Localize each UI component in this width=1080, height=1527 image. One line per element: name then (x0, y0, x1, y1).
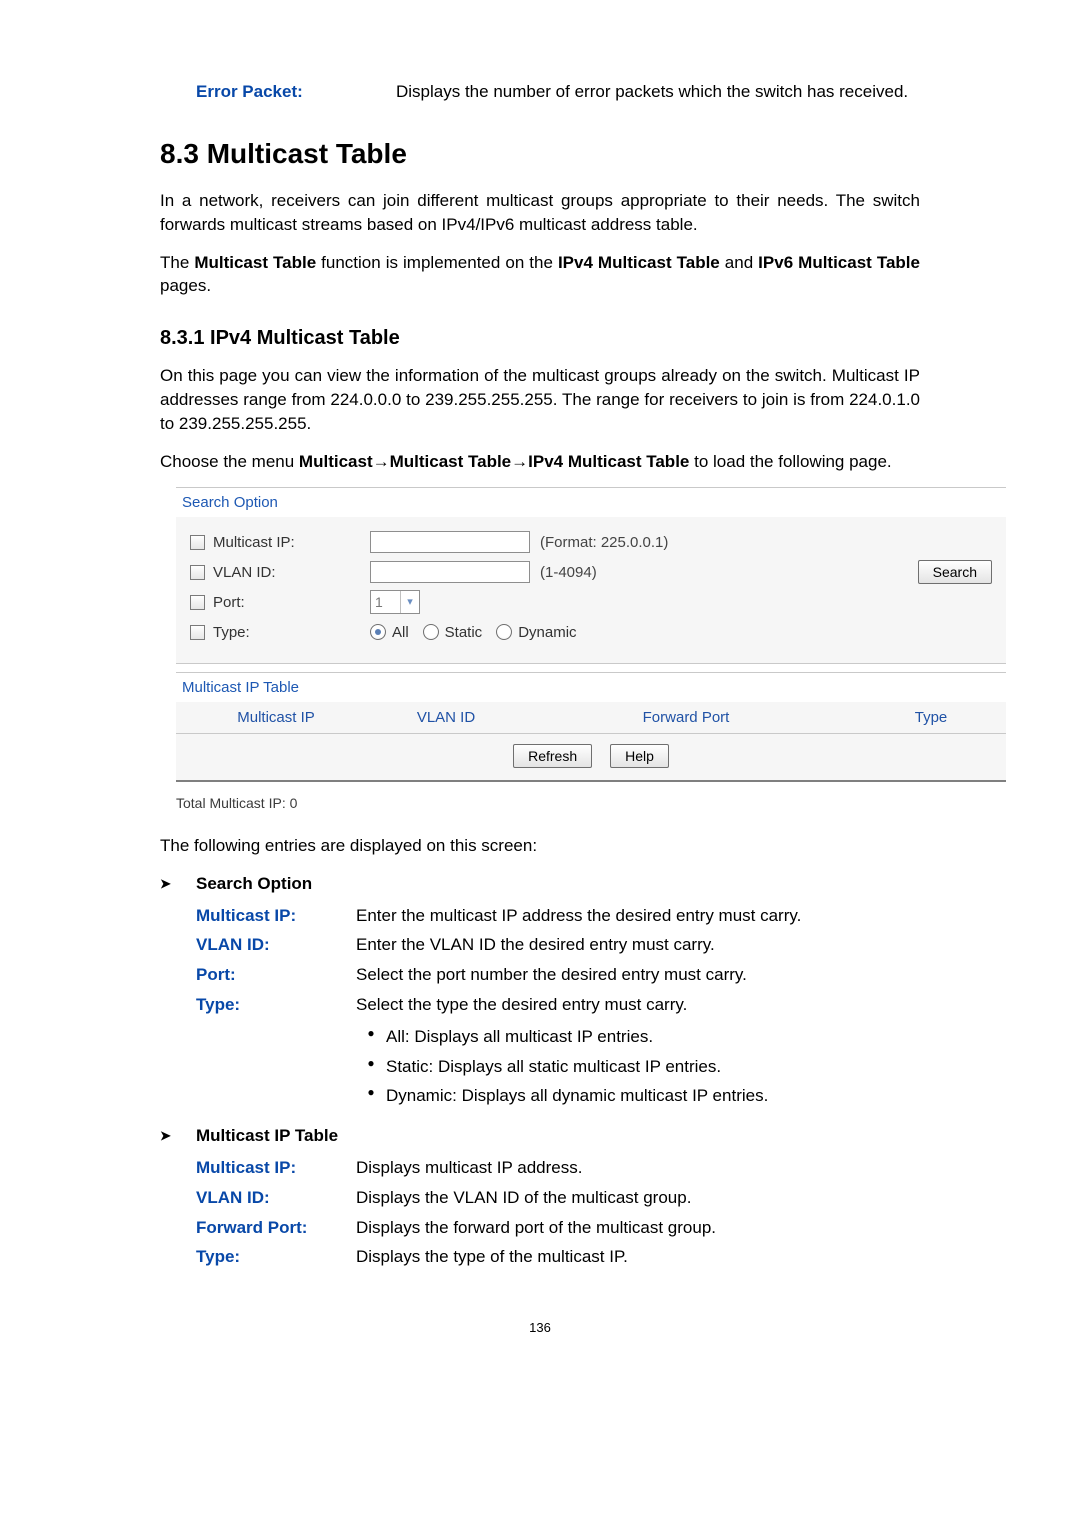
desc-error-packet: Displays the number of error packets whi… (396, 80, 920, 104)
t: Multicast→Multicast Table→IPv4 Multicast… (299, 452, 689, 471)
def-mt-type: Type: Displays the type of the multicast… (196, 1245, 920, 1269)
t: Choose the menu (160, 452, 299, 471)
desc: Displays the VLAN ID of the multicast gr… (356, 1186, 920, 1210)
type-radio-all-label: All (392, 622, 409, 643)
col-forward-port: Forward Port (516, 707, 856, 728)
heading-8-3-1: 8.3.1 IPv4 Multicast Table (160, 324, 920, 352)
type-radio-static-label: Static (445, 622, 483, 643)
desc: Displays the forward port of the multica… (356, 1216, 920, 1240)
multicast-table-panel: Search Option Multicast IP: (Format: 225… (176, 487, 1006, 814)
help-button[interactable]: Help (610, 744, 669, 768)
term: VLAN ID: (196, 1186, 356, 1210)
bullet-text: All: Displays all multicast IP entries. (386, 1025, 653, 1049)
desc: Displays the type of the multicast IP. (356, 1245, 920, 1269)
t: function is implemented on the (321, 253, 558, 272)
vlan-id-label: VLAN ID: (213, 562, 276, 583)
def-mt-vlan-id: VLAN ID: Displays the VLAN ID of the mul… (196, 1186, 920, 1210)
type-radio-dynamic[interactable] (496, 624, 512, 640)
search-row-vlan-id: VLAN ID: (1-4094) Search (190, 557, 992, 587)
para-8-3-2: The Multicast Table function is implemen… (160, 251, 920, 299)
t: pages. (160, 276, 211, 295)
vlan-id-hint: (1-4094) (540, 562, 597, 583)
type-label: Type: (213, 622, 250, 643)
list-head-search-option: ➤ Search Option (160, 872, 920, 896)
def-so-vlan-id: VLAN ID: Enter the VLAN ID the desired e… (196, 933, 920, 957)
port-select[interactable]: 1 ▾ (370, 590, 420, 614)
term: VLAN ID: (196, 933, 356, 957)
search-row-port: Port: 1 ▾ (190, 587, 992, 617)
desc: Displays multicast IP address. (356, 1156, 920, 1180)
multicast-ip-label: Multicast IP: (213, 532, 295, 553)
search-row-multicast-ip: Multicast IP: (Format: 225.0.0.1) (190, 527, 992, 557)
type-radio-all[interactable] (370, 624, 386, 640)
port-label: Port: (213, 592, 245, 613)
term: Type: (196, 1245, 356, 1269)
multicast-ip-checkbox[interactable] (190, 535, 205, 550)
list-head-multicast-ip-table: ➤ Multicast IP Table (160, 1124, 920, 1148)
port-checkbox[interactable] (190, 595, 205, 610)
type-bullet-all: ● All: Displays all multicast IP entries… (356, 1025, 920, 1049)
col-multicast-ip: Multicast IP (176, 707, 376, 728)
t: to load the following page. (694, 452, 892, 471)
desc: Select the type the desired entry must c… (356, 993, 920, 1017)
t: and (725, 253, 758, 272)
section-title-multicast-ip-table: Multicast IP Table (176, 673, 1006, 702)
chevron-right-icon: ➤ (160, 1127, 196, 1145)
col-type: Type (856, 707, 1006, 728)
multicast-ip-hint: (Format: 225.0.0.1) (540, 532, 668, 553)
t: IPv4 Multicast Table (558, 253, 720, 272)
refresh-button[interactable]: Refresh (513, 744, 592, 768)
def-mt-multicast-ip: Multicast IP: Displays multicast IP addr… (196, 1156, 920, 1180)
term: Multicast IP: (196, 904, 356, 928)
type-radio-dynamic-label: Dynamic (518, 622, 576, 643)
t: IPv6 Multicast Table (758, 253, 920, 272)
list-head-search-option-label: Search Option (196, 872, 312, 896)
type-bullet-static: ● Static: Displays all static multicast … (356, 1055, 920, 1079)
bullet-text: Dynamic: Displays all dynamic multicast … (386, 1084, 768, 1108)
def-so-port: Port: Select the port number the desired… (196, 963, 920, 987)
multicast-ip-table-header: Multicast IP VLAN ID Forward Port Type (176, 702, 1006, 733)
term: Type: (196, 993, 356, 1017)
vlan-id-input[interactable] (370, 561, 530, 583)
bullet-icon: ● (356, 1055, 386, 1072)
desc: Enter the VLAN ID the desired entry must… (356, 933, 920, 957)
def-so-type: Type: Select the type the desired entry … (196, 993, 920, 1114)
heading-8-3: 8.3 Multicast Table (160, 134, 920, 173)
search-row-type: Type: All Static Dynamic (190, 617, 992, 647)
def-mt-forward-port: Forward Port: Displays the forward port … (196, 1216, 920, 1240)
term-error-packet: Error Packet: (196, 80, 396, 104)
bullet-text: Static: Displays all static multicast IP… (386, 1055, 721, 1079)
bullet-icon: ● (356, 1084, 386, 1101)
t: The (160, 253, 194, 272)
t: Multicast Table (194, 253, 316, 272)
term: Forward Port: (196, 1216, 356, 1240)
term: Multicast IP: (196, 1156, 356, 1180)
col-vlan-id: VLAN ID (376, 707, 516, 728)
vlan-id-checkbox[interactable] (190, 565, 205, 580)
port-select-value: 1 (375, 593, 383, 613)
type-checkbox[interactable] (190, 625, 205, 640)
chevron-right-icon: ➤ (160, 875, 196, 893)
term: Port: (196, 963, 356, 987)
search-button[interactable]: Search (918, 560, 992, 584)
desc: Select the port number the desired entry… (356, 963, 920, 987)
page-number: 136 (160, 1319, 920, 1337)
para-8-3-1: In a network, receivers can join differe… (160, 189, 920, 237)
para-8-3-1-1: On this page you can view the informatio… (160, 364, 920, 435)
type-radio-static[interactable] (423, 624, 439, 640)
para-8-3-1-2: Choose the menu Multicast→Multicast Tabl… (160, 450, 920, 474)
def-so-multicast-ip: Multicast IP: Enter the multicast IP add… (196, 904, 920, 928)
multicast-ip-input[interactable] (370, 531, 530, 553)
def-error-packet: Error Packet: Displays the number of err… (160, 80, 920, 104)
total-multicast-ip: Total Multicast IP: 0 (176, 794, 1006, 814)
list-head-multicast-ip-table-label: Multicast IP Table (196, 1124, 338, 1148)
bullet-icon: ● (356, 1025, 386, 1042)
chevron-down-icon: ▾ (400, 591, 419, 613)
section-title-search-option: Search Option (176, 488, 1006, 517)
entries-lead: The following entries are displayed on t… (160, 834, 920, 858)
desc: Enter the multicast IP address the desir… (356, 904, 920, 928)
type-bullet-dynamic: ● Dynamic: Displays all dynamic multicas… (356, 1084, 920, 1108)
